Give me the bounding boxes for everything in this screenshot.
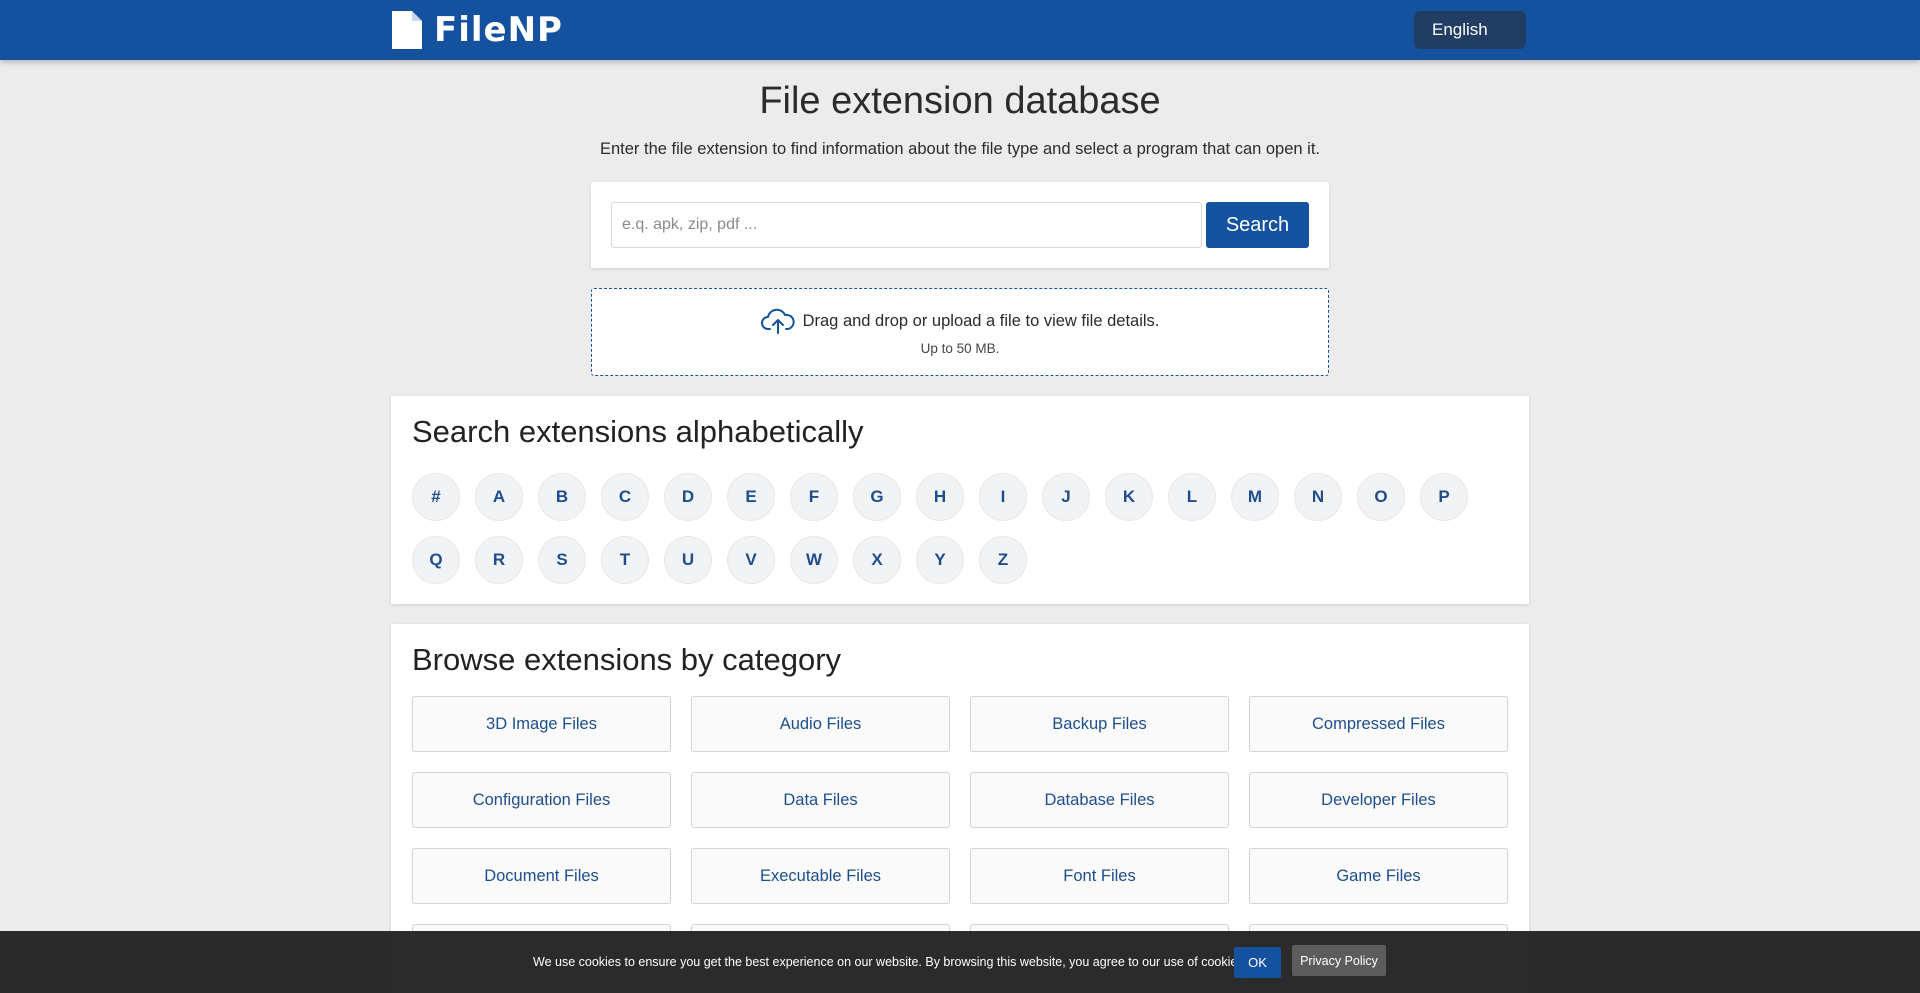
letter-link[interactable]: H	[916, 473, 964, 521]
letter-link[interactable]: J	[1042, 473, 1090, 521]
language-selector[interactable]: English	[1414, 11, 1526, 49]
letter-link[interactable]: M	[1231, 473, 1279, 521]
category-link[interactable]: Data Files	[691, 772, 950, 828]
privacy-policy-button[interactable]: Privacy Policy	[1292, 945, 1386, 976]
brand-name: FileNP	[434, 10, 563, 50]
category-link[interactable]: Compressed Files	[1249, 696, 1508, 752]
extension-search-input[interactable]	[611, 202, 1202, 248]
letter-link[interactable]: B	[538, 473, 586, 521]
cookie-ok-button[interactable]: OK	[1234, 947, 1281, 978]
search-card: Search	[591, 182, 1329, 268]
category-link[interactable]: Configuration Files	[412, 772, 671, 828]
letter-link[interactable]: Q	[412, 536, 460, 584]
page-subtitle: Enter the file extension to find informa…	[599, 140, 1321, 158]
letter-link[interactable]: I	[979, 473, 1027, 521]
letter-link[interactable]: A	[475, 473, 523, 521]
top-navbar: FileNP English	[0, 0, 1920, 60]
category-link[interactable]: Audio Files	[691, 696, 950, 752]
letter-link[interactable]: G	[853, 473, 901, 521]
upload-size-limit: Up to 50 MB.	[920, 341, 1000, 356]
letter-link[interactable]: F	[790, 473, 838, 521]
letter-link[interactable]: U	[664, 536, 712, 584]
letter-link[interactable]: O	[1357, 473, 1405, 521]
category-link[interactable]: Backup Files	[970, 696, 1229, 752]
category-link[interactable]: 3D Image Files	[412, 696, 671, 752]
alphabet-heading: Search extensions alphabetically	[412, 414, 864, 449]
upload-instructions: Drag and drop or upload a file to view f…	[802, 311, 1160, 330]
category-heading: Browse extensions by category	[412, 642, 842, 677]
cloud-upload-icon	[760, 308, 795, 334]
cookie-consent-bar: We use cookies to ensure you get the bes…	[0, 931, 1920, 993]
letter-list: # A B C D E F G H I J K L M N O P Q R S …	[412, 473, 1512, 584]
letter-link[interactable]: T	[601, 536, 649, 584]
letter-link[interactable]: V	[727, 536, 775, 584]
letter-link[interactable]: E	[727, 473, 775, 521]
cookie-message: We use cookies to ensure you get the bes…	[533, 955, 1248, 969]
category-link[interactable]: Game Files	[1249, 848, 1508, 904]
letter-link[interactable]: Y	[916, 536, 964, 584]
brand-logo-link[interactable]: FileNP	[392, 10, 563, 50]
letter-link[interactable]: Z	[979, 536, 1027, 584]
letter-link[interactable]: C	[601, 473, 649, 521]
letter-link[interactable]: L	[1168, 473, 1216, 521]
letter-link[interactable]: W	[790, 536, 838, 584]
category-link[interactable]: Developer Files	[1249, 772, 1508, 828]
document-icon	[392, 11, 422, 49]
search-button[interactable]: Search	[1206, 202, 1309, 248]
page-title: File extension database	[759, 80, 1161, 122]
letter-link[interactable]: S	[538, 536, 586, 584]
category-link[interactable]: Executable Files	[691, 848, 950, 904]
category-link[interactable]: Font Files	[970, 848, 1229, 904]
letter-link[interactable]: D	[664, 473, 712, 521]
file-upload-dropzone[interactable]: Drag and drop or upload a file to view f…	[591, 288, 1329, 376]
alphabet-panel: Search extensions alphabetically # A B C…	[391, 396, 1529, 604]
letter-link[interactable]: #	[412, 473, 460, 521]
category-link[interactable]: Database Files	[970, 772, 1229, 828]
letter-link[interactable]: N	[1294, 473, 1342, 521]
letter-link[interactable]: X	[853, 536, 901, 584]
letter-link[interactable]: R	[475, 536, 523, 584]
letter-link[interactable]: K	[1105, 473, 1153, 521]
letter-link[interactable]: P	[1420, 473, 1468, 521]
category-link[interactable]: Document Files	[412, 848, 671, 904]
upload-prompt: Drag and drop or upload a file to view f…	[592, 307, 1328, 335]
